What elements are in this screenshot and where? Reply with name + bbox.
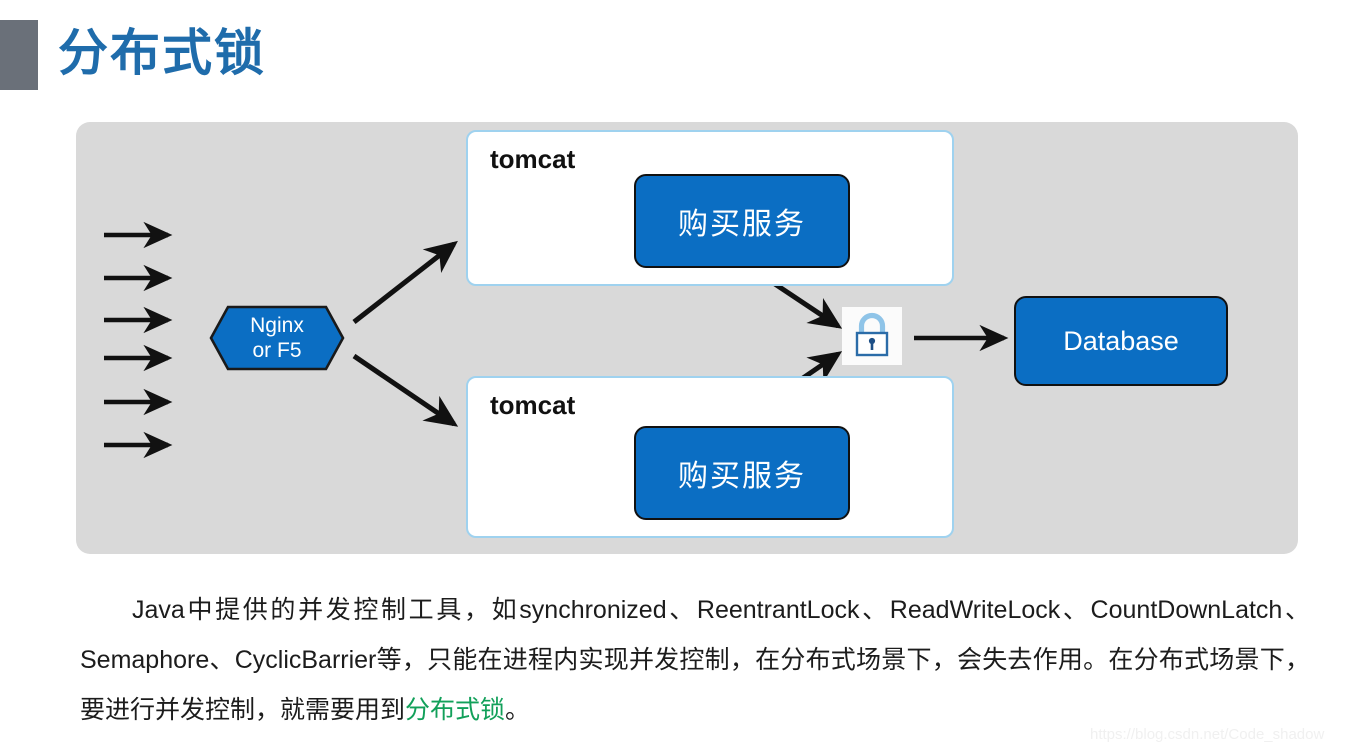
nginx-label-line1: Nginx <box>250 314 304 337</box>
architecture-diagram-panel: Nginx or F5 tomcat 购买服务 tomcat 购买服务 Data… <box>76 122 1298 554</box>
paragraph-tail: 。 <box>505 696 531 724</box>
body-paragraph: Java中提供的并发控制工具，如synchronized、ReentrantLo… <box>80 585 1310 735</box>
page-title: 分布式锁 <box>58 25 266 81</box>
nginx-label-line2: or F5 <box>252 339 302 362</box>
title-accent-block <box>0 20 38 90</box>
paragraph-line-2: Semaphore、CyclicBarrier等，只能在进程内实现并发控制，在分… <box>80 646 1310 724</box>
lock-icon-glyph <box>855 312 889 357</box>
paragraph-line-1: Java中提供的并发控制工具，如synchronized、ReentrantLo… <box>132 596 1310 624</box>
tomcat-card-bottom: tomcat 购买服务 <box>466 376 954 538</box>
tomcat-card-top: tomcat 购买服务 <box>466 130 954 286</box>
nginx-label: Nginx or F5 <box>211 307 343 369</box>
watermark: https://blog.csdn.net/Code_shadow <box>1090 726 1325 743</box>
purchase-service-box-top[interactable]: 购买服务 <box>634 174 850 268</box>
nginx-to-tomcat-arrows <box>352 240 459 427</box>
tomcat-bottom-label: tomcat <box>490 390 576 420</box>
lock-icon[interactable] <box>842 307 902 365</box>
database-box[interactable]: Database <box>1014 296 1228 386</box>
tomcat-top-label: tomcat <box>490 144 576 174</box>
purchase-service-box-bottom[interactable]: 购买服务 <box>634 426 850 520</box>
nginx-node[interactable]: Nginx or F5 <box>211 307 343 369</box>
paragraph-highlight: 分布式锁 <box>405 696 506 724</box>
title-bar: 分布式锁 <box>0 0 1345 110</box>
incoming-request-arrows <box>104 221 173 459</box>
